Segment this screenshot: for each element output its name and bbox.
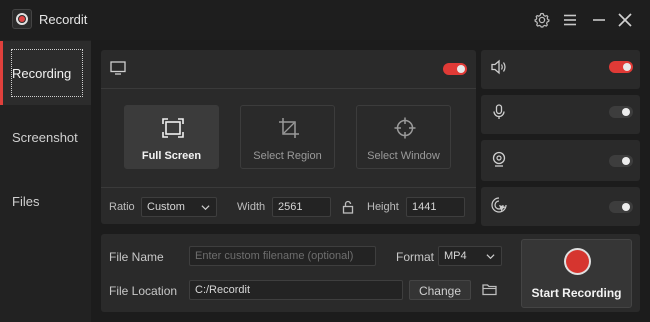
fullscreen-frame-icon [162,118,184,138]
file-name-input[interactable]: Enter custom filename (optional) [189,246,376,266]
ratio-label: Ratio [109,201,135,213]
file-name-placeholder: Enter custom filename (optional) [195,250,354,262]
full-screen-button[interactable]: Full Screen [124,105,219,169]
sidebar: Recording Screenshot Files [0,40,91,322]
file-name-label: File Name [109,250,164,264]
settings-gear-icon[interactable] [532,10,552,30]
app-title: Recordit [39,12,88,27]
height-input[interactable]: 1441 [406,197,465,217]
divider [101,88,476,89]
file-location-label: File Location [109,284,178,298]
speaker-icon [491,59,506,75]
chevron-down-icon [486,254,495,260]
start-recording-button[interactable]: Start Recording [521,239,632,308]
display-toggle[interactable] [443,63,467,75]
sidebar-item-files[interactable]: Files [0,169,91,233]
format-value: MP4 [444,250,467,262]
chevron-down-icon [201,205,210,211]
select-region-button[interactable]: Select Region [240,105,335,169]
sidebar-item-label: Recording [12,66,72,81]
cursor-toggle[interactable] [609,201,633,213]
select-window-button[interactable]: Select Window [356,105,451,169]
height-label: Height [367,201,399,213]
cursor-click-icon [491,197,507,213]
aspect-lock-icon[interactable] [340,199,356,215]
minimize-icon[interactable] [589,10,609,30]
system-audio-toggle[interactable] [609,61,633,73]
ratio-value: Custom [147,201,185,213]
mode-label: Select Region [253,150,322,162]
ratio-select[interactable]: Custom [141,197,217,217]
sidebar-item-recording[interactable]: Recording [0,41,91,105]
change-location-button[interactable]: Change [409,280,471,300]
monitor-icon [110,61,126,75]
close-icon[interactable] [615,10,635,30]
crosshair-icon [394,117,416,139]
record-dot-icon [564,248,591,275]
height-value: 1441 [412,201,437,213]
app-logo-icon [12,9,32,29]
width-label: Width [237,201,266,213]
sidebar-item-label: Screenshot [12,130,78,145]
divider [101,187,476,188]
width-value: 2561 [278,201,303,213]
title-bar: Recordit [0,0,650,40]
width-input[interactable]: 2561 [272,197,331,217]
format-label: Format [396,250,435,264]
crop-icon [279,118,299,138]
file-location-input[interactable]: C:/Recordit [189,280,403,300]
microphone-toggle[interactable] [609,106,633,118]
folder-icon[interactable] [481,281,498,298]
mode-label: Full Screen [141,150,202,162]
microphone-icon [493,104,505,119]
menu-icon[interactable] [560,10,580,30]
sidebar-item-label: Files [12,194,40,209]
format-select[interactable]: MP4 [438,246,502,266]
sidebar-item-screenshot[interactable]: Screenshot [0,105,91,169]
mode-label: Select Window [367,150,440,162]
file-location-value: C:/Recordit [195,284,251,296]
webcam-icon [492,151,506,167]
webcam-toggle[interactable] [609,155,633,167]
start-recording-label: Start Recording [531,286,622,300]
